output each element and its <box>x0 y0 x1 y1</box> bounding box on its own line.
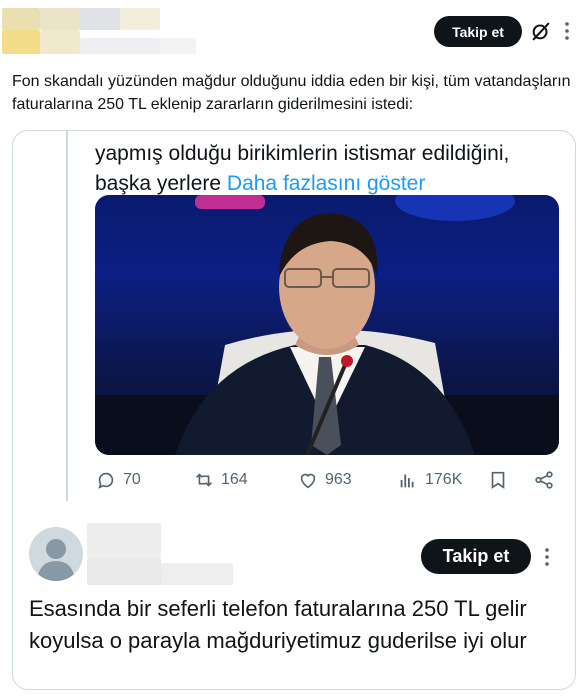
reply-icon <box>98 472 114 489</box>
like-count: 963 <box>325 471 352 488</box>
follow-button[interactable]: Takip et <box>434 16 522 47</box>
retweet-icon <box>196 473 212 487</box>
retweet-count: 164 <box>221 471 248 488</box>
views-count: 176K <box>425 471 463 488</box>
thread-connector-line <box>66 131 68 501</box>
tweet-text: Fon skandalı yüzünden mağdur olduğunu id… <box>12 73 571 113</box>
more-icon[interactable] <box>541 545 553 569</box>
photo-illustration <box>95 195 559 455</box>
show-more-link[interactable]: Daha fazlasını göster <box>227 172 425 195</box>
bookmark-icon <box>491 471 505 489</box>
quoted-tweet-text: yapmış olduğu birikimlerin istismar edil… <box>95 131 565 199</box>
photo[interactable] <box>95 195 559 455</box>
reply-count: 70 <box>123 471 141 488</box>
share-action[interactable] <box>533 469 555 491</box>
reply-action[interactable]: 70 <box>95 469 141 491</box>
bookmark-action[interactable] <box>487 469 509 491</box>
heart-icon <box>300 473 316 489</box>
views-action[interactable]: 176K <box>397 469 462 491</box>
reply-text: Esasında bir seferli telefon faturaların… <box>29 596 527 653</box>
views-icon <box>400 474 414 488</box>
like-action[interactable]: 963 <box>297 469 352 491</box>
share-icon <box>535 471 553 489</box>
more-icon[interactable] <box>558 20 576 42</box>
quoted-text-line-1: yapmış olduğu birikimlerin istismar edil… <box>95 142 510 165</box>
engagement-bar: 70 164 963 176K <box>95 469 565 499</box>
avatar[interactable] <box>29 527 83 581</box>
default-avatar-icon <box>37 539 75 581</box>
retweet-action[interactable]: 164 <box>193 469 248 491</box>
quoted-text-line-2: başka yerlere <box>95 172 222 195</box>
quoted-tweet-card[interactable]: yapmış olduğu birikimlerin istismar edil… <box>12 130 576 690</box>
reply-follow-button[interactable]: Takip et <box>421 539 531 574</box>
grok-icon[interactable] <box>530 20 552 42</box>
